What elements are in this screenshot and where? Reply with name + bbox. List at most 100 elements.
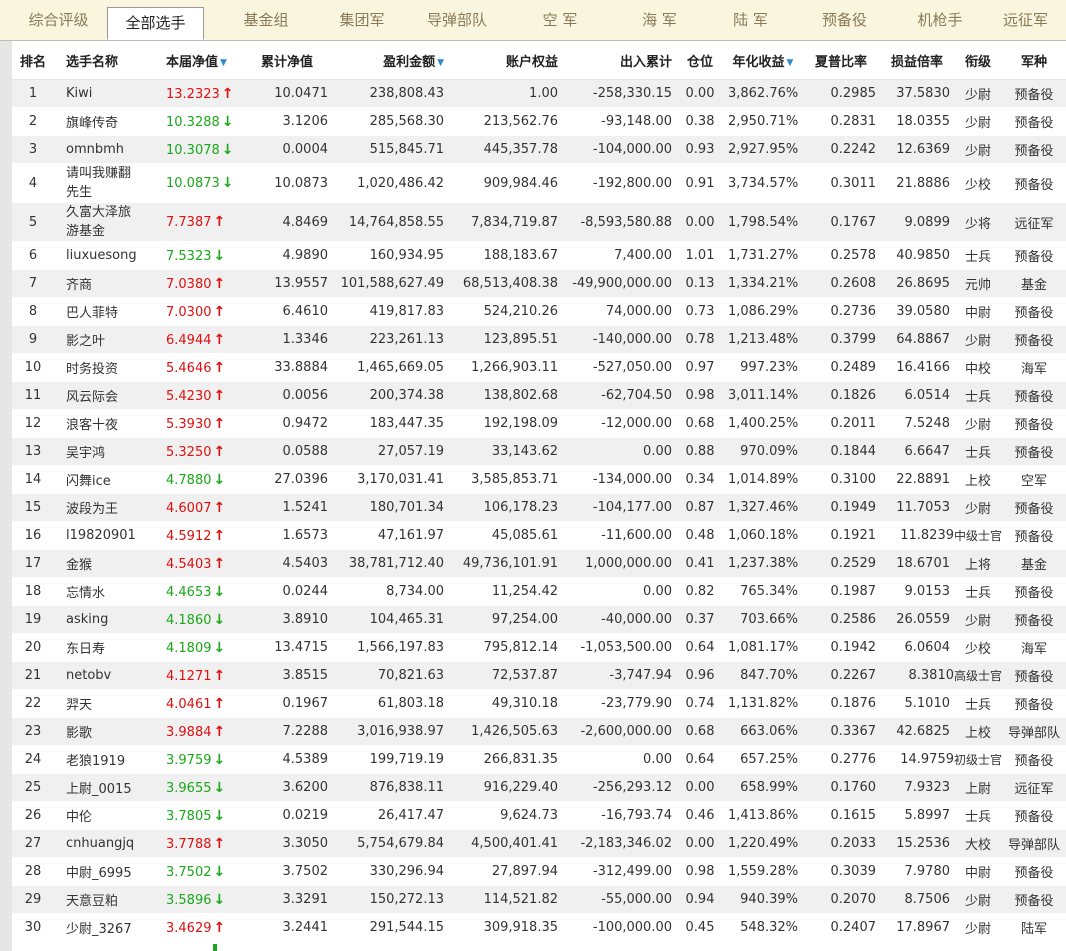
col-profit-header[interactable]: 盈利金额 ▼ — [332, 41, 448, 80]
col-current-nav-header[interactable]: 本届净值 ▼ — [144, 41, 242, 80]
table-row[interactable]: 18 忘情水 4.4653 ↓ 0.0244 8,734.00 11,254.42 0.00 0… — [12, 577, 1066, 606]
nav-value: 4.4653 — [166, 584, 212, 600]
table-row[interactable]: 26 中伦 3.7805 ↓ 0.0219 26,417.47 9,624.73 -16,79… — [12, 801, 1066, 830]
player-name-cell[interactable]: 影歌 — [54, 717, 144, 746]
player-name-cell[interactable]: l19820901 — [54, 521, 144, 550]
net-flow-cell: -104,177.00 — [562, 493, 676, 522]
player-name-cell[interactable]: 上尉_0015 — [54, 773, 144, 802]
table-row[interactable]: 8 巴人菲特 7.0300 ↑ 6.4610 419,817.83 524,210.26 74… — [12, 297, 1066, 326]
arrow-down-icon: ↓ — [213, 247, 226, 264]
player-name-cell[interactable]: Kiwi — [54, 79, 144, 108]
player-name-cell[interactable]: 吴宇鸿 — [54, 437, 144, 466]
sort-down-icon[interactable]: ▼ — [787, 58, 794, 68]
rank-title-cell: 大校 — [954, 829, 1002, 858]
table-row[interactable]: 4 请叫我赚翻先生 10.0873 ↓ 10.0873 1,020,486.42 909,9… — [12, 163, 1066, 203]
tab-navy[interactable]: 海 军 — [612, 0, 707, 40]
player-name-cell[interactable]: liuxuesong — [54, 241, 144, 270]
player-name-cell[interactable]: 波段为王 — [54, 493, 144, 522]
table-row[interactable]: 25 上尉_0015 3.9655 ↓ 3.6200 876,838.11 916,229.… — [12, 773, 1066, 802]
player-name-cell[interactable]: 旗峰传奇 — [54, 107, 144, 136]
table-row[interactable]: 12 浪客十夜 5.3930 ↑ 0.9472 183,447.35 192,198.09-… — [12, 409, 1066, 438]
player-name-cell[interactable]: 齐商 — [54, 269, 144, 298]
table-row[interactable]: 13 吴宇鸿 5.3250 ↑ 0.0588 27,057.19 33,143.62 0.00… — [12, 437, 1066, 466]
table-row[interactable]: 14 闪舞ice 4.7880 ↓ 27.0396 3,170,031.41 3,585,8… — [12, 465, 1066, 494]
branch-cell: 预备役 — [1002, 297, 1066, 326]
player-name-cell[interactable]: 老狼1919 — [54, 745, 144, 774]
sharpe-cell: 0.2578 — [802, 241, 880, 270]
player-name-cell[interactable]: 金猴 — [54, 549, 144, 578]
player-name-cell[interactable]: 巴人菲特 — [54, 297, 144, 326]
tab-air-force[interactable]: 空 军 — [508, 0, 612, 40]
player-name-cell[interactable]: 中伦 — [54, 801, 144, 830]
tab-expedition[interactable]: 远征军 — [985, 0, 1066, 40]
position-cell: 0.46 — [676, 801, 724, 830]
arrow-up-icon: ↑ — [213, 499, 226, 516]
rank-title-cell: 中尉 — [954, 857, 1002, 886]
col-net-flow-header: 出入累计 — [562, 41, 676, 80]
player-name-cell[interactable]: 少尉_3267 — [54, 913, 144, 942]
table-row[interactable]: 5 久富大泽旅游基金 7.7387 ↑ 4.8469 14,764,858.55 7,834… — [12, 202, 1066, 242]
equity-cell: 266,831.35 — [448, 745, 562, 774]
player-name-cell[interactable]: 浪客十夜 — [54, 409, 144, 438]
table-row[interactable]: 9 影之叶 6.4944 ↑ 1.3346 223,261.13 123,895.51 -14… — [12, 325, 1066, 354]
player-name-cell[interactable]: asking — [54, 605, 144, 634]
player-name-cell[interactable]: 天意豆粕 — [54, 885, 144, 914]
col-equity-header: 账户权益 — [448, 41, 562, 80]
tab-all-players[interactable]: 全部选手 — [107, 7, 204, 40]
position-cell: 0.96 — [676, 661, 724, 690]
table-row[interactable]: 2 旗峰传奇 10.3288 ↓ 3.1206 285,568.30 213,562.76-… — [12, 107, 1066, 136]
table-row[interactable]: 16 l19820901 4.5912 ↑ 1.6573 47,161.97 45,085.… — [12, 521, 1066, 550]
rank-title-cell: 上尉 — [954, 773, 1002, 802]
profit-cell: 238,808.43 — [332, 79, 448, 108]
table-row[interactable]: 6 liuxuesong 7.5323 ↓ 4.9890 160,934.95 188,18… — [12, 241, 1066, 270]
table-row[interactable]: 15 波段为王 4.6007 ↑ 1.5241 180,701.34 106,178.23-… — [12, 493, 1066, 522]
col-annual-return-header[interactable]: 年化收益 ▼ — [724, 41, 802, 80]
table-row[interactable]: 27 cnhuangjq 3.7788 ↑ 3.3050 5,754,679.84 4,50… — [12, 829, 1066, 858]
tab-fund-group[interactable]: 基金组 — [214, 0, 318, 40]
net-flow-cell: 0.00 — [562, 745, 676, 774]
table-row[interactable]: 21 netobv 4.1271 ↑ 3.8515 70,821.63 72,537.87-… — [12, 661, 1066, 690]
tab-army[interactable]: 陆 军 — [707, 0, 794, 40]
player-name-cell[interactable]: 忘情水 — [54, 577, 144, 606]
tab-reserve[interactable]: 预备役 — [794, 0, 895, 40]
player-name-cell[interactable]: 久富大泽旅游基金 — [54, 202, 144, 242]
sort-down-icon[interactable]: ▼ — [437, 58, 444, 68]
position-cell: 0.37 — [676, 605, 724, 634]
table-row[interactable]: 28 中尉_6995 3.7502 ↓ 3.7502 330,296.94 27,897.9… — [12, 857, 1066, 886]
table-row[interactable]: 3 omnbmh 10.3078 ↓ 0.0004 515,845.71 445,357.7… — [12, 135, 1066, 164]
table-row[interactable]: 20 东日寿 4.1809 ↓ 13.4715 1,566,197.83 795,812.1… — [12, 633, 1066, 662]
table-row[interactable]: 29 天意豆粕 3.5896 ↓ 3.3291 150,272.13 114,521.82-… — [12, 885, 1066, 914]
cumulative-nav-cell: 10.0471 — [242, 79, 332, 108]
table-row[interactable]: 19 asking 4.1860 ↓ 3.8910 104,465.31 97,254.00… — [12, 605, 1066, 634]
table-row[interactable]: 10 时务投资 5.4646 ↑ 33.8884 1,465,669.05 1,266,90… — [12, 353, 1066, 382]
table-row[interactable]: 17 金猴 4.5403 ↑ 4.5403 38,781,712.40 49,736,101… — [12, 549, 1066, 578]
table-row[interactable]: 23 影歌 3.9884 ↑ 7.2288 3,016,938.97 1,426,505.6… — [12, 717, 1066, 746]
tab-missile-force[interactable]: 导弹部队 — [406, 0, 508, 40]
tab-group-army[interactable]: 集团军 — [318, 0, 406, 40]
player-name-cell[interactable]: 闪舞ice — [54, 465, 144, 494]
player-name-cell[interactable]: 影之叶 — [54, 325, 144, 354]
col-rank-header: 排名 — [12, 41, 54, 80]
player-name-cell[interactable]: 东日寿 — [54, 633, 144, 662]
sort-down-icon[interactable]: ▼ — [220, 58, 227, 68]
tab-overall-rating[interactable]: 综合评级 — [10, 0, 107, 40]
player-name-cell[interactable]: 羿天 — [54, 689, 144, 718]
player-name-cell[interactable]: 风云际会 — [54, 381, 144, 410]
table-row[interactable]: 11 风云际会 5.4230 ↑ 0.0056 200,374.38 138,802.68-… — [12, 381, 1066, 410]
table-row[interactable]: 24 老狼1919 3.9759 ↓ 4.5389 199,719.19 266,831.3… — [12, 745, 1066, 774]
sharpe-cell: 0.2985 — [802, 79, 880, 108]
table-row[interactable]: 30 少尉_3267 3.4629 ↑ 3.2441 291,544.15 309,918.… — [12, 913, 1066, 942]
table-row[interactable]: 1 Kiwi 13.2323 ↑ 10.0471 238,808.43 1.00 -258,3… — [12, 79, 1066, 108]
table-row[interactable]: 22 羿天 4.0461 ↑ 0.1967 61,803.18 49,310.18 -23,7… — [12, 689, 1066, 718]
table-row[interactable]: 7 齐商 7.0380 ↑ 13.9557 101,588,627.49 68,513,40… — [12, 269, 1066, 298]
player-name-cell[interactable]: 请叫我赚翻先生 — [54, 163, 144, 203]
equity-cell: 1,266,903.11 — [448, 353, 562, 382]
player-name-cell[interactable]: 时务投资 — [54, 353, 144, 382]
cumulative-nav-cell: 3.3291 — [242, 885, 332, 914]
player-name-cell[interactable]: 中尉_6995 — [54, 857, 144, 886]
player-name-cell[interactable]: omnbmh — [54, 135, 144, 164]
player-name-cell[interactable]: netobv — [54, 661, 144, 690]
tab-machine-gunner[interactable]: 机枪手 — [895, 0, 985, 40]
player-name-cell[interactable]: cnhuangjq — [54, 829, 144, 858]
current-nav-cell: 3.4629 ↑ — [144, 913, 242, 942]
